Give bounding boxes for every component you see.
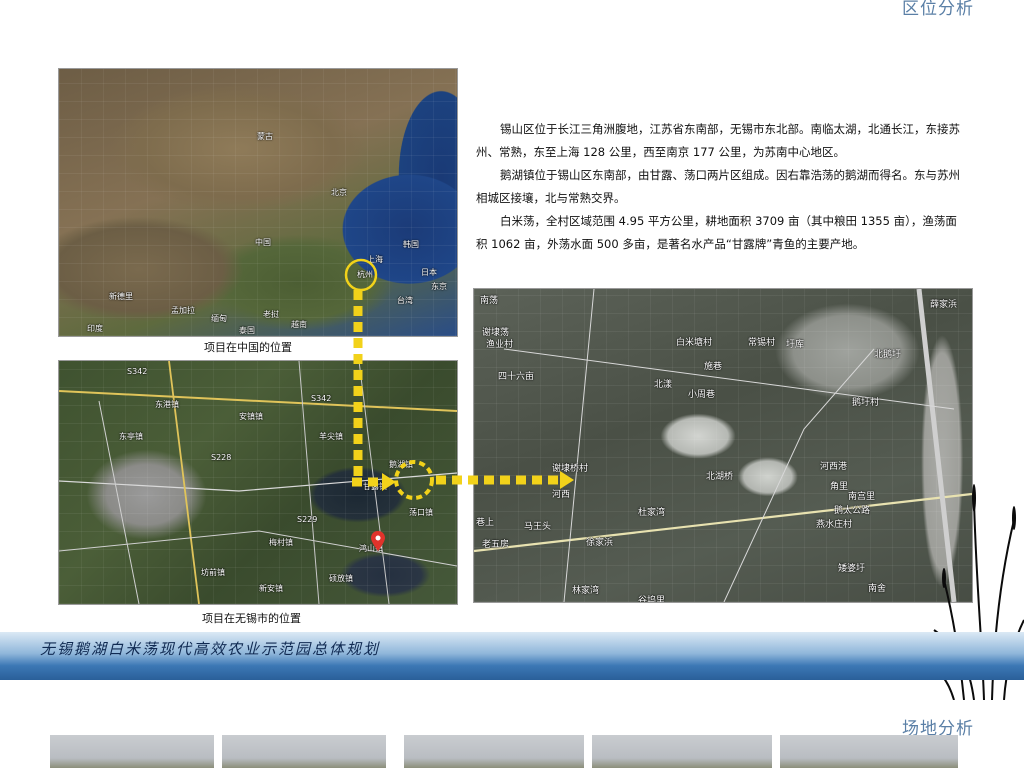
project-title: 无锡鹅湖白米荡现代高效农业示范园总体规划 <box>40 640 381 658</box>
site-photo <box>222 735 386 768</box>
site-photo <box>50 735 214 768</box>
site-photo <box>592 735 772 768</box>
site-photo <box>404 735 584 768</box>
site-photo <box>780 735 958 768</box>
